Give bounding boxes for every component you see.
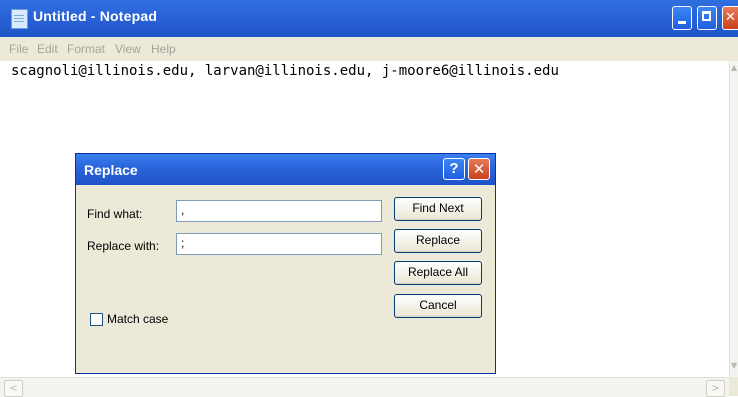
window-title: Untitled - Notepad	[33, 8, 158, 24]
find-what-label: Find what:	[87, 207, 143, 221]
replace-button[interactable]: Replace	[394, 229, 482, 253]
replace-with-label: Replace with:	[87, 239, 160, 253]
menu-format[interactable]: Format	[67, 42, 105, 56]
maximize-icon[interactable]	[697, 6, 717, 30]
dialog-title: Replace	[84, 162, 138, 178]
close-icon[interactable]	[722, 6, 738, 30]
notepad-icon	[11, 9, 28, 29]
match-case-checkbox[interactable]	[90, 313, 103, 326]
scroll-left-icon[interactable]: <	[4, 380, 23, 397]
horizontal-scrollbar[interactable]: < >	[0, 377, 729, 397]
menu-bar: File Edit Format View Help	[0, 37, 738, 61]
menu-file[interactable]: File	[9, 42, 28, 56]
replace-all-button[interactable]: Replace All	[394, 261, 482, 285]
dialog-titlebar[interactable]: Replace ? ✕	[76, 154, 495, 185]
menu-view[interactable]: View	[115, 42, 141, 56]
scroll-right-icon[interactable]: >	[706, 380, 725, 397]
replace-with-input[interactable]: ;	[176, 233, 382, 255]
menu-edit[interactable]: Edit	[37, 42, 58, 56]
dialog-close-icon[interactable]: ✕	[468, 158, 490, 180]
scroll-down-icon[interactable]: ▼	[731, 361, 738, 371]
vertical-scrollbar[interactable]: ▲ ▼	[729, 61, 738, 377]
help-icon[interactable]: ?	[443, 158, 465, 180]
find-what-input[interactable]: ,	[176, 200, 382, 222]
match-case-label[interactable]: Match case	[107, 312, 168, 326]
notepad-titlebar[interactable]: Untitled - Notepad	[0, 0, 738, 37]
menu-help[interactable]: Help	[151, 42, 176, 56]
replace-dialog: Replace ? ✕ Find what: , Replace with: ;…	[75, 153, 496, 374]
scroll-corner	[729, 377, 738, 396]
cancel-button[interactable]: Cancel	[394, 294, 482, 318]
scroll-up-icon[interactable]: ▲	[731, 63, 738, 73]
minimize-icon[interactable]	[672, 6, 692, 30]
editor-text: scagnoli@illinois.edu, larvan@illinois.e…	[11, 63, 559, 79]
find-next-button[interactable]: Find Next	[394, 197, 482, 221]
